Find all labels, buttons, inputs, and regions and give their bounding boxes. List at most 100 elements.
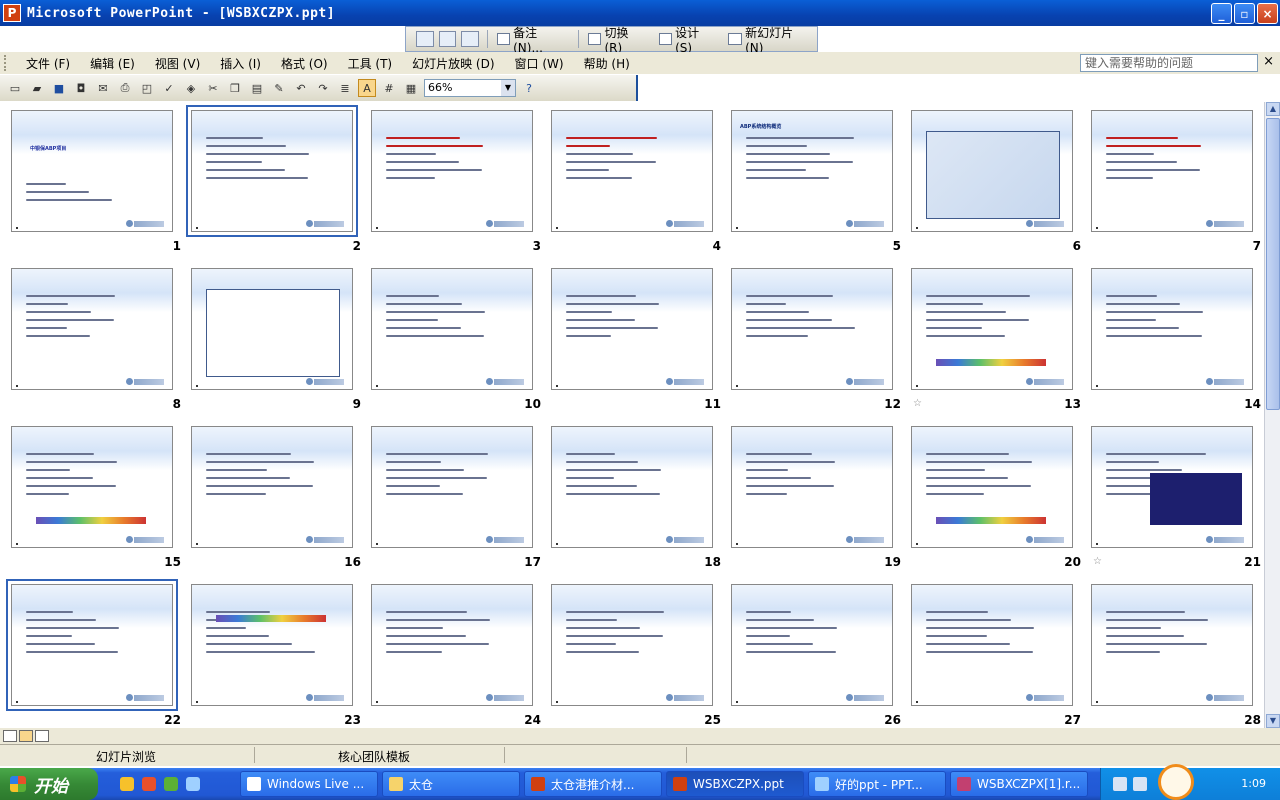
menu-slideshow[interactable]: 幻灯片放映 (D): [402, 55, 504, 72]
slide-thumbnail[interactable]: [911, 110, 1073, 232]
slide-thumbnail[interactable]: [731, 584, 893, 706]
open-icon[interactable]: ▰: [28, 79, 46, 97]
email-icon[interactable]: ✉: [94, 79, 112, 97]
new-slide-button[interactable]: 新幻灯片 (N): [724, 24, 817, 55]
toolbar-grip[interactable]: [4, 55, 8, 71]
slide-thumbnail[interactable]: [371, 426, 533, 548]
scroll-up-icon[interactable]: ▲: [1266, 102, 1280, 116]
clock[interactable]: 1:09: [1241, 777, 1266, 790]
close-button[interactable]: ×: [1257, 3, 1278, 24]
slide-thumbnail[interactable]: ABP系统结构概览: [731, 110, 893, 232]
restore-button[interactable]: ▫: [1234, 3, 1255, 24]
zoom-select[interactable]: 66% ▼: [424, 79, 516, 97]
slide-number: 3: [532, 239, 541, 253]
task-wsbxczpx-rar[interactable]: WSBXCZPX[1].r...: [950, 771, 1088, 797]
menu-file[interactable]: 文件 (F): [16, 55, 80, 72]
quick-launch-icon[interactable]: [164, 777, 178, 791]
cut-icon[interactable]: ✂: [204, 79, 222, 97]
slide-text-line: [566, 153, 633, 155]
permission-icon[interactable]: ◘: [72, 79, 90, 97]
rehearse-timings-icon[interactable]: [461, 31, 479, 47]
slide-thumbnail[interactable]: [11, 268, 173, 390]
transition-star-icon[interactable]: ☆: [1093, 556, 1102, 567]
notes-button[interactable]: 备注 (N)...: [493, 24, 573, 55]
copy-icon[interactable]: ❐: [226, 79, 244, 97]
design-icon: [658, 33, 673, 45]
menu-view[interactable]: 视图 (V): [145, 55, 210, 72]
minimize-button[interactable]: _: [1211, 3, 1232, 24]
slide-sorter-view-icon[interactable]: [19, 730, 33, 742]
pen-icon[interactable]: [1133, 777, 1147, 791]
slide-thumbnail[interactable]: [551, 268, 713, 390]
format-painter-icon[interactable]: ✎: [270, 79, 288, 97]
undo-icon[interactable]: ↶: [292, 79, 310, 97]
slide-thumbnail[interactable]: [371, 584, 533, 706]
design-button[interactable]: 设计 (S): [655, 24, 723, 55]
scroll-thumb[interactable]: [1266, 118, 1280, 410]
grid-icon[interactable]: #: [380, 79, 398, 97]
menu-help[interactable]: 帮助 (H): [574, 55, 640, 72]
slide-thumbnail[interactable]: [371, 268, 533, 390]
print-preview-icon[interactable]: ◰: [138, 79, 156, 97]
vertical-scrollbar[interactable]: ▲ ▼: [1264, 102, 1280, 728]
slide-thumbnail[interactable]: [6, 579, 178, 711]
slide-thumbnail[interactable]: [1091, 110, 1253, 232]
scroll-down-icon[interactable]: ▼: [1266, 714, 1280, 728]
slide-thumbnail[interactable]: [551, 584, 713, 706]
task-ie-ppt[interactable]: 好的ppt - PPT...: [808, 771, 946, 797]
help-icon[interactable]: ?: [520, 79, 538, 97]
slide-thumbnail[interactable]: [731, 268, 893, 390]
task-windows-live[interactable]: Windows Live ...: [240, 771, 378, 797]
redo-icon[interactable]: ↷: [314, 79, 332, 97]
slide-thumbnail[interactable]: [731, 426, 893, 548]
print-icon[interactable]: ⎙: [116, 79, 134, 97]
keyboard-icon[interactable]: [1113, 777, 1127, 791]
slide-thumbnail[interactable]: [911, 426, 1073, 548]
slide-thumbnail[interactable]: [551, 110, 713, 232]
transition-button[interactable]: 切换 (R): [584, 24, 653, 55]
media-player-icon[interactable]: [142, 777, 156, 791]
chevron-down-icon[interactable]: ▼: [501, 80, 515, 96]
start-button[interactable]: 开始: [0, 768, 98, 800]
spelling-icon[interactable]: ✓: [160, 79, 178, 97]
expand-icon[interactable]: ≣: [336, 79, 354, 97]
menu-format[interactable]: 格式 (O): [271, 55, 338, 72]
new-icon[interactable]: ▭: [6, 79, 24, 97]
slide-thumbnail[interactable]: [911, 268, 1073, 390]
slideshow-view-icon[interactable]: [35, 730, 49, 742]
task-taicang-ppt[interactable]: 太仓港推介材...: [524, 771, 662, 797]
slide-thumbnail[interactable]: [1091, 268, 1253, 390]
save-icon[interactable]: ■: [50, 79, 68, 97]
task-folder-taicang[interactable]: 太仓: [382, 771, 520, 797]
normal-view-icon[interactable]: [3, 730, 17, 742]
menu-edit[interactable]: 编辑 (E): [80, 55, 145, 72]
slide-thumbnail[interactable]: [186, 105, 358, 237]
summary-slide-icon[interactable]: [438, 31, 457, 47]
slide-text-line: [26, 303, 68, 305]
internet-explorer-icon[interactable]: [186, 777, 200, 791]
powerpoint-app-icon[interactable]: P: [3, 4, 21, 22]
slide-thumbnail[interactable]: [1091, 426, 1253, 548]
menu-tools[interactable]: 工具 (T): [338, 55, 403, 72]
task-wsbxczpx-ppt[interactable]: WSBXCZPX.ppt: [666, 771, 804, 797]
slide-thumbnail[interactable]: [191, 584, 353, 706]
paste-icon[interactable]: ▤: [248, 79, 266, 97]
slide-thumbnail[interactable]: 中银保ABP项目: [11, 110, 173, 232]
slide-thumbnail[interactable]: [191, 426, 353, 548]
slide-thumbnail[interactable]: [11, 426, 173, 548]
show-formatting-icon[interactable]: A: [358, 79, 376, 97]
menu-insert[interactable]: 插入 (I): [210, 55, 271, 72]
slide-thumbnail[interactable]: [1091, 584, 1253, 706]
slide-thumbnail[interactable]: [371, 110, 533, 232]
menu-window[interactable]: 窗口 (W): [505, 55, 574, 72]
show-desktop-icon[interactable]: [120, 777, 134, 791]
help-search-input[interactable]: 键入需要帮助的问题: [1080, 54, 1258, 72]
hide-slide-icon[interactable]: [416, 31, 434, 47]
slide-thumbnail[interactable]: [911, 584, 1073, 706]
color-icon[interactable]: ▦: [402, 79, 420, 97]
research-icon[interactable]: ◈: [182, 79, 200, 97]
slide-thumbnail[interactable]: [551, 426, 713, 548]
slide-thumbnail[interactable]: [191, 268, 353, 390]
transition-star-icon[interactable]: ☆: [913, 398, 922, 409]
close-document-icon[interactable]: ×: [1263, 54, 1274, 69]
